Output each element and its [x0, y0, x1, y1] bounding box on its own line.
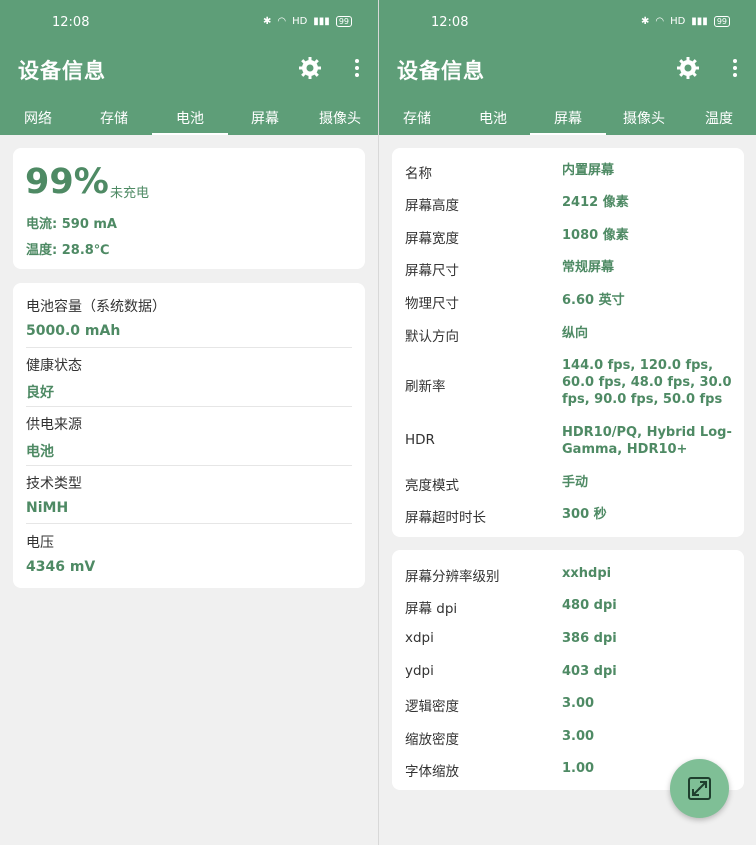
more-vert-icon[interactable]	[732, 58, 738, 78]
signal-icon: ▮▮▮	[691, 16, 708, 27]
row-value: xxhdpi	[562, 566, 612, 581]
density-info-card: 屏幕分辨率级别 xxhdpi 屏幕 dpi 480 dpi xdpi 386 d…	[392, 550, 744, 790]
row-value: 常规屏幕	[562, 260, 615, 275]
row-label: 逻辑密度	[405, 699, 459, 715]
battery-screen: 12:08 ✱ ◠ HD ▮▮▮ 99 设备信息 网络 存储 电池 屏幕 摄像头…	[0, 0, 378, 845]
app-bar: 12:08 ✱ ◠ HD ▮▮▮ 99 设备信息 网络 存储 电池 屏幕 摄像头	[0, 0, 378, 135]
gear-icon[interactable]	[298, 56, 322, 80]
row-value: 纵向	[562, 326, 589, 341]
page-title: 设备信息	[397, 59, 485, 83]
row-value: 403 dpi	[562, 664, 617, 679]
tab-battery[interactable]: 电池	[453, 108, 533, 128]
battery-temperature: 温度: 28.8℃	[26, 243, 110, 258]
status-time: 12:08	[52, 15, 90, 30]
list-item: 供电来源 电池	[26, 414, 82, 461]
detail-label: 电池容量（系统数据）	[26, 299, 166, 315]
battery-current: 电流: 590 mA	[26, 217, 117, 232]
detail-value: 5000.0 mAh	[26, 323, 121, 339]
app-bar: 12:08 ✱ ◠ HD ▮▮▮ 99 设备信息 存储 电池 屏幕 摄像头 温度	[379, 0, 756, 135]
row-value: 3.00	[562, 729, 595, 744]
row-label: 名称	[405, 166, 432, 182]
bluetooth-icon: ✱	[640, 16, 650, 27]
row-label: 屏幕 dpi	[405, 601, 458, 617]
display-screen: 12:08 ✱ ◠ HD ▮▮▮ 99 设备信息 存储 电池 屏幕 摄像头 温度…	[379, 0, 756, 845]
tab-bar: 存储 电池 屏幕 摄像头 温度	[379, 98, 756, 135]
row-label: 默认方向	[405, 329, 459, 345]
bluetooth-icon: ✱	[262, 16, 272, 27]
list-item: 电压 4346 mV	[26, 532, 95, 575]
detail-label: 健康状态	[26, 358, 82, 374]
status-bar: 12:08 ✱ ◠ HD ▮▮▮ 99	[379, 14, 756, 34]
battery-details-card: 电池容量（系统数据） 5000.0 mAh 健康状态 良好 供电来源 电池 技术…	[13, 283, 365, 588]
tab-battery[interactable]: 电池	[150, 108, 230, 135]
row-label: 屏幕高度	[405, 198, 459, 214]
tab-camera[interactable]: 摄像头	[604, 108, 684, 128]
row-value: HDR10/PQ, Hybrid Log-Gamma, HDR10+	[562, 425, 732, 457]
row-label: 刷新率	[405, 379, 446, 395]
divider	[26, 465, 352, 466]
row-label: 屏幕超时时长	[405, 510, 486, 526]
row-value: 内置屏幕	[562, 163, 615, 178]
row-value: 1080 像素	[562, 228, 629, 243]
tab-display[interactable]: 屏幕	[528, 108, 608, 135]
charge-state: 未充电	[110, 186, 150, 201]
tab-network[interactable]: 网络	[0, 108, 78, 128]
battery-summary-card: 99% 未充电 电流: 590 mA 温度: 28.8℃	[13, 148, 365, 269]
tab-storage[interactable]: 存储	[379, 108, 457, 128]
battery-icon: 99	[335, 16, 352, 27]
battery-percent: 99%	[25, 162, 109, 202]
detail-value: 电池	[26, 444, 54, 460]
row-value: 300 秒	[562, 507, 607, 522]
detail-value: 良好	[26, 385, 54, 401]
gear-icon[interactable]	[676, 56, 700, 80]
expand-fab-button[interactable]	[670, 759, 729, 818]
tab-bar: 网络 存储 电池 屏幕 摄像头	[0, 98, 378, 135]
hd-icon: HD	[670, 16, 686, 27]
row-label: HDR	[405, 432, 435, 448]
signal-icon: ▮▮▮	[313, 16, 330, 27]
row-value: 3.00	[562, 696, 595, 711]
list-item: 电池容量（系统数据） 5000.0 mAh	[26, 296, 166, 339]
status-bar: 12:08 ✱ ◠ HD ▮▮▮ 99	[0, 14, 378, 34]
row-label: xdpi	[405, 630, 434, 646]
list-item: 技术类型 NiMH	[26, 473, 82, 516]
row-label: 字体缩放	[405, 764, 459, 780]
more-vert-icon[interactable]	[354, 58, 360, 78]
row-value: 手动	[562, 475, 589, 490]
row-value: 2412 像素	[562, 195, 629, 210]
detail-label: 技术类型	[26, 476, 82, 492]
row-label: 缩放密度	[405, 732, 459, 748]
row-label: ydpi	[405, 663, 434, 679]
row-label: 屏幕分辨率级别	[405, 569, 500, 585]
row-label: 屏幕尺寸	[405, 263, 459, 279]
expand-icon	[688, 777, 711, 800]
tab-storage[interactable]: 存储	[74, 108, 154, 128]
page-title: 设备信息	[18, 59, 106, 83]
tab-display[interactable]: 屏幕	[225, 108, 305, 128]
display-info-card: 名称 内置屏幕 屏幕高度 2412 像素 屏幕宽度 1080 像素 屏幕尺寸 常…	[392, 148, 744, 537]
row-label: 物理尺寸	[405, 296, 459, 312]
divider	[26, 406, 352, 407]
row-value: 386 dpi	[562, 631, 617, 646]
tab-temperature[interactable]: 温度	[679, 108, 756, 128]
detail-label: 电压	[26, 535, 54, 551]
row-value: 144.0 fps, 120.0 fps, 60.0 fps, 48.0 fps…	[562, 358, 732, 407]
row-value: 480 dpi	[562, 598, 617, 613]
battery-icon: 99	[713, 16, 730, 27]
detail-label: 供电来源	[26, 417, 82, 433]
hd-icon: HD	[292, 16, 308, 27]
status-time: 12:08	[431, 15, 469, 30]
wifi-icon: ◠	[277, 16, 287, 27]
divider	[26, 523, 352, 524]
wifi-icon: ◠	[655, 16, 665, 27]
row-value: 6.60 英寸	[562, 293, 625, 308]
divider	[26, 347, 352, 348]
detail-value: NiMH	[26, 500, 69, 516]
detail-value: 4346 mV	[26, 559, 96, 575]
row-label: 亮度模式	[405, 478, 459, 494]
list-item: 健康状态 良好	[26, 355, 82, 402]
tab-camera[interactable]: 摄像头	[300, 108, 378, 128]
row-label: 屏幕宽度	[405, 231, 459, 247]
